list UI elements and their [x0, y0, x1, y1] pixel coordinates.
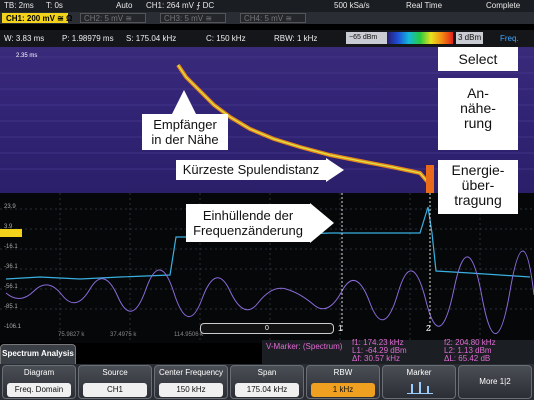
callout-line: rung: [463, 115, 493, 131]
callout-line: Empfänger: [153, 117, 217, 132]
center-readout: C: 150 kHz: [206, 34, 246, 43]
y-tick: 23.9: [4, 204, 16, 210]
softkey-title: RBW: [333, 368, 353, 377]
softkey-center-frequency[interactable]: Center Frequency 150 kHz: [154, 365, 228, 399]
softkey-title: More 1|2: [479, 377, 511, 386]
softkey-title: Diagram: [23, 368, 55, 377]
timebase-readout: TB: 2ms: [4, 1, 34, 10]
softkey-title: Center Frequency: [158, 368, 224, 377]
softkey-value: CH1: [83, 383, 147, 397]
status-bar: TB: 2ms T: 0s Auto CH1: 264 mV ⨍ DC 500 …: [0, 0, 534, 12]
softkey-more[interactable]: More 1|2: [458, 365, 532, 399]
callout-empfaenger: Empfänger in der Nähe: [142, 114, 228, 150]
time-offset-readout: T: 0s: [46, 1, 63, 10]
callout-line: Frequenzänderung: [193, 223, 303, 238]
softkey-source[interactable]: Source CH1: [78, 365, 152, 399]
color-scale-bar: [387, 32, 453, 44]
softkey-title: Span: [257, 368, 277, 377]
x-tick: 75.9827 k: [58, 332, 85, 338]
callout-annaeherung: An- nähe- rung: [438, 78, 518, 150]
callout-arrow-right: [326, 158, 344, 182]
callout-arrow-up: [172, 90, 196, 114]
acquisition-status: Complete: [486, 1, 521, 10]
channel-3-chip[interactable]: CH3: 5 mV ≅: [160, 13, 226, 23]
window-readout: W: 3.83 ms: [4, 34, 45, 43]
callout-line: tragung: [454, 192, 502, 208]
callout-line: in der Nähe: [151, 132, 219, 147]
freq-mode-label[interactable]: Freq.: [500, 34, 519, 43]
tab-spectrum-analysis[interactable]: Spectrum Analysis: [0, 344, 76, 364]
channel-2-chip[interactable]: CH2: 5 mV ≅: [80, 13, 146, 23]
y-tick: -106.1: [4, 324, 22, 330]
channel-1-chip[interactable]: CH1: 200 mV ≅ Ω: [2, 13, 72, 23]
softkey-marker[interactable]: Marker: [382, 365, 456, 399]
scroll-position-field[interactable]: 0: [200, 323, 334, 334]
marker-icon: [407, 382, 433, 394]
trigger-readout: CH1: 264 mV ⨍ DC: [146, 1, 215, 10]
position-readout: P: 1.98979 ms: [62, 34, 114, 43]
y-tick: -36.1: [4, 264, 18, 270]
callout-line: über-: [461, 177, 495, 193]
callout-line: An-: [467, 85, 489, 101]
rbw-readout: RBW: 1 kHz: [274, 34, 318, 43]
softkey-value: Freq. Domain: [7, 383, 71, 397]
energy-transfer-band: [426, 165, 434, 193]
softkey-diagram[interactable]: Diagram Freq. Domain: [2, 365, 76, 399]
callout-spulendistanz: Kürzeste Spulendistanz: [176, 160, 326, 180]
callout-einhuellende: Einhüllende der Frequenzänderung: [186, 204, 310, 242]
reference-level: −65 dBm: [346, 32, 388, 44]
y-tick: -56.1: [4, 284, 18, 290]
marker-2-label: 2: [426, 324, 431, 333]
sample-rate: 500 kSa/s: [334, 1, 370, 10]
softkey-title: Source: [102, 368, 128, 377]
span-readout: S: 175.04 kHz: [126, 34, 177, 43]
y-tick: -16.1: [4, 244, 18, 250]
channel-4-chip[interactable]: CH4: 5 mV ≅: [240, 13, 306, 23]
y-tick: -85.1: [4, 304, 18, 310]
marker-delta-l: ΔL: 65.42 dB: [444, 354, 491, 363]
callout-energie: Energie- über- tragung: [438, 160, 518, 214]
trigger-mode: Auto: [116, 1, 133, 10]
callout-line: nähe-: [460, 100, 496, 116]
channel-row: CH1: 200 mV ≅ Ω CH2: 5 mV ≅ CH3: 5 mV ≅ …: [0, 12, 534, 24]
softkey-span[interactable]: Span 175.04 kHz: [230, 365, 304, 399]
right-ref-readout: 3 dBm: [456, 32, 484, 44]
softkey-value: 175.04 kHz: [235, 383, 299, 397]
info-row: W: 3.83 ms P: 1.98979 ms S: 175.04 kHz C…: [0, 30, 534, 47]
callout-line: Einhüllende der: [202, 208, 294, 223]
marker-info-panel: V-Marker: (Spectrum) f1: 174.23 kHz L1: …: [262, 338, 534, 364]
callout-line: Energie-: [451, 162, 505, 178]
softkey-value: 150 kHz: [159, 383, 223, 397]
acquisition-mode: Real Time: [406, 1, 443, 10]
spectrogram-time-label: 2.35 ms: [16, 53, 38, 59]
callout-select: Select: [438, 47, 518, 71]
y-axis-ticks: 23.9 3.9 -16.1 -36.1 -56.1 -85.1 -106.1: [4, 197, 21, 337]
callout-arrow-right: [310, 203, 334, 243]
marker-delta-f: Δf: 30.57 kHz: [352, 354, 401, 363]
softkey-rbw[interactable]: RBW 1 kHz: [306, 365, 380, 399]
y-tick: 3.9: [4, 224, 13, 230]
x-tick: 114.9506 k: [174, 332, 204, 338]
x-tick: 37.4975 k: [110, 332, 137, 338]
marker-1-label: 1: [338, 324, 343, 333]
softkey-title: Marker: [406, 368, 432, 377]
softkey-value: 1 kHz: [311, 383, 375, 397]
marker-mode-label: V-Marker: (Spectrum): [266, 342, 343, 351]
softkey-bar: Diagram Freq. Domain Source CH1 Center F…: [0, 364, 534, 400]
